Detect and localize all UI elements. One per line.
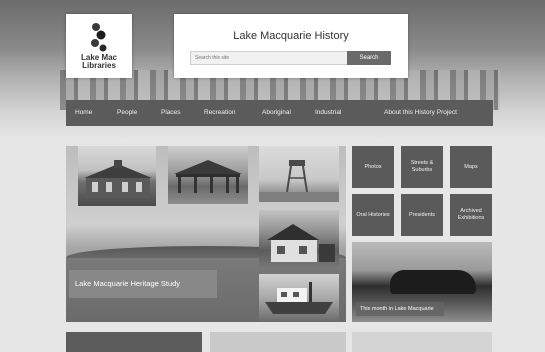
tile-label: Presidents [409, 211, 435, 218]
this-month-panel[interactable]: This month in Lake Macquarie [352, 242, 492, 322]
main-nav: Home People Places Recreation Aboriginal… [66, 100, 493, 126]
tile-streets-suburbs[interactable]: Streets & Suburbs [401, 146, 443, 188]
photo-tower [259, 146, 339, 202]
tile-photos[interactable]: Photos [352, 146, 394, 188]
boat-icon [265, 282, 333, 314]
bottom-panel-3[interactable] [352, 332, 492, 352]
nav-item-about[interactable]: About this History Project [384, 100, 457, 126]
tile-maps[interactable]: Maps [450, 146, 492, 188]
lake-mac-libraries-logo[interactable]: Lake Mac Libraries [66, 14, 132, 78]
tile-presidents[interactable]: Presidents [401, 194, 443, 236]
tile-label: Oral Histories [356, 211, 390, 218]
logo-mark-icon [91, 23, 107, 52]
bottom-panel-1[interactable] [66, 332, 202, 352]
photo-boat [259, 274, 339, 322]
photo-pavilion [168, 146, 248, 204]
photo-house [259, 210, 339, 268]
tile-label: Photos [364, 163, 382, 170]
vintage-car-photo [390, 270, 476, 294]
this-month-caption[interactable]: This month in Lake Macquarie [356, 302, 444, 316]
nav-item-recreation[interactable]: Recreation [204, 100, 235, 126]
tower-icon [259, 160, 339, 202]
tile-label: Streets & Suburbs [410, 160, 434, 173]
nav-item-places[interactable]: Places [161, 100, 181, 126]
tile-label: Archived Exhibitions [457, 208, 485, 221]
tile-archived-exhibitions[interactable]: Archived Exhibitions [450, 194, 492, 236]
nav-item-industrial[interactable]: Industrial [315, 100, 341, 126]
nav-item-aboriginal[interactable]: Aboriginal [262, 100, 291, 126]
site-header: Lake Mac Libraries Lake Macquarie Histor… [66, 14, 494, 78]
nav-item-home[interactable]: Home [75, 100, 92, 126]
tile-label: Maps [464, 163, 478, 170]
nav-item-people[interactable]: People [117, 100, 137, 126]
tile-oral-histories[interactable]: Oral Histories [352, 194, 394, 236]
pavilion-icon [174, 160, 242, 193]
building-icon [84, 160, 152, 198]
title-search-panel: Lake Macquarie History Search [174, 14, 408, 78]
heritage-study-panel[interactable]: Lake Macquarie Heritage Study [66, 146, 346, 322]
logo-text: Lake Mac Libraries [72, 54, 126, 70]
heritage-study-caption[interactable]: Lake Macquarie Heritage Study [69, 270, 217, 298]
photo-old-building [78, 146, 156, 206]
logo-text-line2: Libraries [82, 61, 116, 70]
search-input[interactable] [190, 51, 350, 65]
house-icon [267, 224, 335, 262]
search-button[interactable]: Search [347, 51, 391, 65]
bottom-panel-2[interactable] [210, 332, 346, 352]
site-title: Lake Macquarie History [233, 30, 349, 42]
